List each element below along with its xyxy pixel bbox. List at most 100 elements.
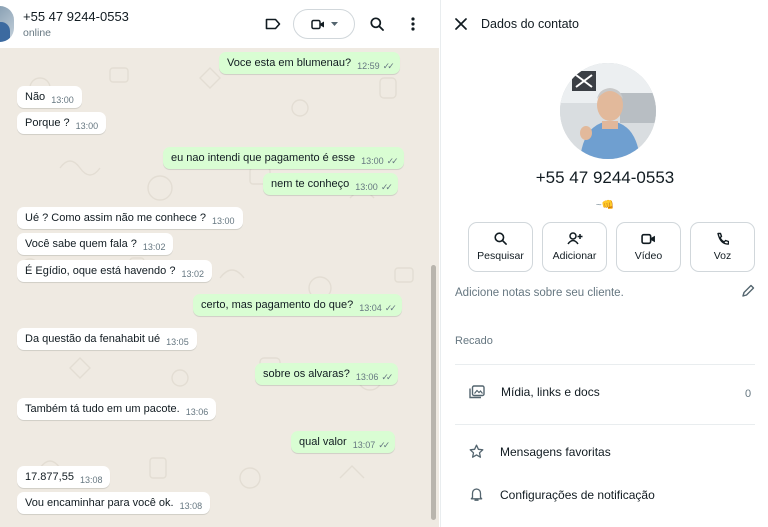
message-text: sobre os alvaras? bbox=[263, 368, 350, 380]
chat-header: +55 47 9244-0553 online bbox=[0, 0, 439, 48]
message-text: Você sabe quem fala ? bbox=[25, 238, 137, 250]
message-bubble[interactable]: Você sabe quem fala ? 13:02 bbox=[17, 233, 174, 255]
label-button[interactable] bbox=[261, 12, 285, 36]
message-time: 13:00 bbox=[355, 182, 378, 192]
read-ticks-icon: ✓✓ bbox=[378, 439, 390, 450]
message-bubble[interactable]: 17.877,55 13:08 bbox=[17, 466, 111, 488]
media-icon bbox=[469, 385, 485, 399]
message-text: Da questão da fenahabit ué bbox=[25, 333, 161, 345]
message-text: É Egídio, oque está havendo ? bbox=[25, 265, 176, 277]
message-time: 13:00 bbox=[211, 216, 235, 226]
contact-avatar[interactable] bbox=[0, 6, 14, 42]
message-bubble[interactable]: eu nao intendi que pagamento é esse 13:0… bbox=[163, 147, 404, 169]
close-icon[interactable] bbox=[455, 18, 467, 30]
message-text: Porque ? bbox=[25, 117, 70, 129]
starred-messages-label: Mensagens favoritas bbox=[500, 444, 611, 459]
message-time: 13:05 bbox=[166, 337, 189, 347]
contact-about: ~👊 bbox=[595, 200, 615, 211]
message-time: 13:02 bbox=[142, 242, 166, 252]
client-notes-field[interactable]: Adicione notas sobre seu cliente. bbox=[455, 287, 624, 299]
message-bubble[interactable]: qual valor 13:07 ✓✓ bbox=[291, 431, 396, 453]
message-text: Voce esta em blumenau? bbox=[227, 57, 352, 69]
message-text: Ué ? Como assim não me conhece ? bbox=[25, 212, 206, 224]
message-bubble[interactable]: Voce esta em blumenau? 12:59 ✓✓ bbox=[219, 52, 400, 74]
contact-status: online bbox=[23, 27, 52, 39]
chevron-down-icon bbox=[330, 21, 338, 26]
message-bubble[interactable]: Ué ? Como assim não me conhece ? 13:00 bbox=[17, 207, 243, 229]
media-links-docs-row[interactable]: Mídia, links e docs bbox=[469, 385, 600, 399]
contact-photo[interactable] bbox=[560, 63, 656, 159]
notification-settings-label: Configurações de notificação bbox=[500, 487, 655, 502]
contact-phone: +55 47 9244-0553 bbox=[535, 168, 675, 187]
message-text: qual valor bbox=[299, 436, 347, 448]
message-bubble[interactable]: É Egídio, oque está havendo ? 13:02 bbox=[17, 260, 212, 282]
message-text: Vou encaminhar para você ok. bbox=[25, 497, 174, 509]
read-ticks-icon: ✓✓ bbox=[382, 60, 395, 71]
search-button[interactable] bbox=[365, 12, 389, 36]
chat-scrollbar[interactable] bbox=[431, 265, 436, 520]
menu-button[interactable] bbox=[401, 12, 425, 36]
search-icon bbox=[494, 232, 507, 245]
message-bubble[interactable]: Porque ? 13:00 bbox=[17, 112, 107, 134]
read-ticks-icon: ✓✓ bbox=[381, 371, 393, 382]
chat-pane: +55 47 9244-0553 online Voce esta em blu… bbox=[0, 0, 439, 527]
message-bubble[interactable]: Também tá tudo em um pacote. 13:06 bbox=[17, 398, 217, 420]
star-icon bbox=[469, 444, 484, 458]
message-bubble[interactable]: nem te conheço 13:00 ✓✓ bbox=[263, 173, 398, 195]
divider bbox=[455, 424, 755, 425]
message-text: certo, mas pagamento do que? bbox=[201, 299, 354, 311]
contact-info-panel: Dados do contato +55 47 9244-0553 ~👊 Pes… bbox=[440, 0, 768, 527]
action-label: Voz bbox=[713, 250, 732, 262]
read-ticks-icon: ✓✓ bbox=[384, 302, 397, 313]
more-vertical-icon bbox=[411, 17, 415, 31]
notification-settings-row[interactable]: Configurações de notificação bbox=[469, 487, 655, 502]
search-action-button[interactable]: Pesquisar bbox=[468, 222, 533, 272]
phone-icon bbox=[717, 232, 729, 245]
pencil-icon[interactable] bbox=[741, 284, 755, 298]
message-time: 13:08 bbox=[79, 475, 103, 485]
add-person-icon bbox=[566, 232, 582, 245]
divider bbox=[455, 364, 755, 365]
message-time: 13:00 bbox=[361, 156, 384, 166]
message-text: 17.877,55 bbox=[25, 471, 74, 483]
video-icon bbox=[310, 19, 324, 29]
message-bubble[interactable]: Da questão da fenahabit ué 13:05 bbox=[17, 328, 197, 350]
recado-label: Recado bbox=[455, 335, 493, 347]
media-links-docs-label: Mídia, links e docs bbox=[501, 385, 600, 399]
message-time: 13:07 bbox=[352, 440, 376, 450]
message-text: nem te conheço bbox=[271, 178, 350, 190]
message-text: Também tá tudo em um pacote. bbox=[25, 403, 180, 415]
message-bubble[interactable]: Vou encaminhar para você ok. 13:08 bbox=[17, 492, 211, 514]
video-icon bbox=[641, 233, 655, 244]
starred-messages-row[interactable]: Mensagens favoritas bbox=[469, 444, 611, 459]
add-contact-button[interactable]: Adicionar bbox=[542, 222, 607, 272]
contact-panel-title: Dados do contato bbox=[481, 17, 579, 31]
contact-actions: Pesquisar Adicionar Vídeo Voz bbox=[468, 222, 755, 272]
read-ticks-icon: ✓✓ bbox=[386, 155, 399, 166]
action-label: Vídeo bbox=[634, 249, 663, 262]
header-actions bbox=[261, 0, 439, 48]
search-icon bbox=[370, 17, 384, 31]
contact-info[interactable]: +55 47 9244-0553 online bbox=[23, 9, 129, 39]
message-text: eu nao intendi que pagamento é esse bbox=[171, 152, 356, 164]
message-time: 13:06 bbox=[185, 407, 209, 417]
message-time: 13:02 bbox=[181, 269, 204, 279]
message-time: 13:08 bbox=[179, 501, 203, 511]
action-label: Adicionar bbox=[552, 250, 597, 262]
message-time: 13:00 bbox=[51, 95, 74, 105]
message-bubble[interactable]: certo, mas pagamento do que? 13:04 ✓✓ bbox=[193, 294, 402, 316]
video-call-button[interactable] bbox=[293, 9, 355, 39]
message-bubble[interactable]: Não 13:00 bbox=[17, 86, 82, 108]
voice-call-action-button[interactable]: Voz bbox=[690, 222, 755, 272]
message-bubble[interactable]: sobre os alvaras? 13:06 ✓✓ bbox=[255, 363, 399, 385]
message-time: 13:04 bbox=[359, 303, 382, 313]
contact-photo-image bbox=[560, 63, 656, 159]
video-call-action-button[interactable]: Vídeo bbox=[616, 222, 681, 272]
contact-panel-header: Dados do contato bbox=[441, 0, 768, 48]
message-time: 13:00 bbox=[75, 121, 99, 131]
label-icon bbox=[265, 18, 281, 30]
message-time: 12:59 bbox=[357, 61, 380, 71]
message-text: Não bbox=[25, 91, 46, 103]
message-time: 13:06 bbox=[355, 372, 379, 382]
action-label: Pesquisar bbox=[477, 250, 524, 262]
